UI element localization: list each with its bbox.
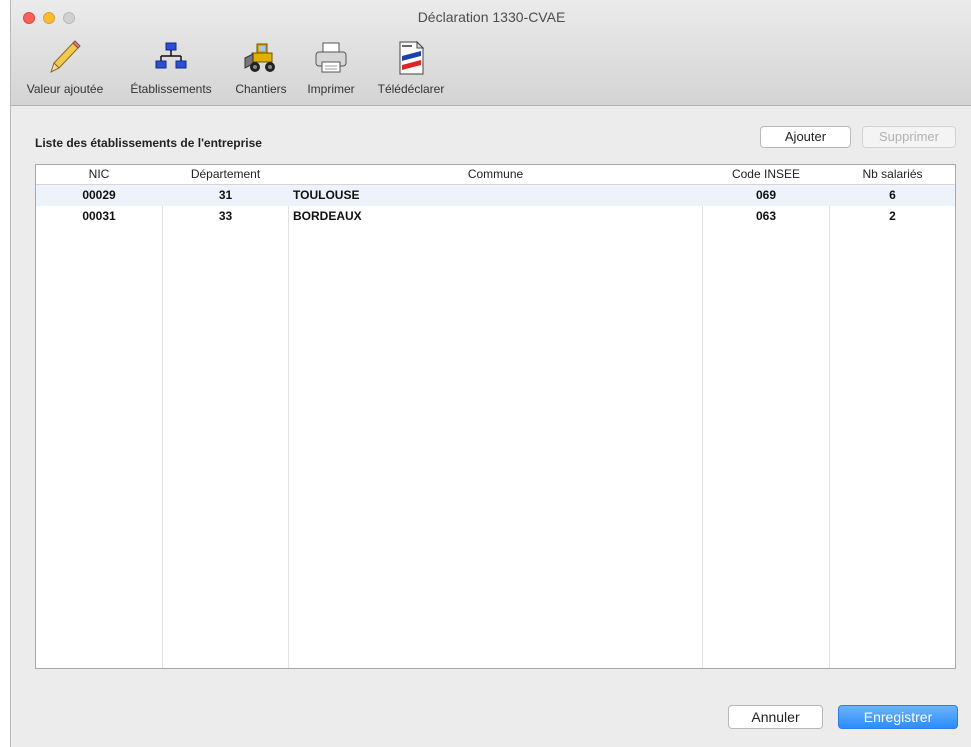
column-divider <box>702 165 703 668</box>
toolbar-teledeclarer[interactable]: Télédéclarer <box>368 40 454 100</box>
toolbar-chantiers-label: Chantiers <box>235 82 287 96</box>
org-chart-icon <box>155 42 187 69</box>
toolbar-imprimer-label: Imprimer <box>307 82 355 96</box>
add-button[interactable]: Ajouter <box>760 126 851 148</box>
pencil-icon <box>50 40 81 73</box>
toolbar-imprimer[interactable]: Imprimer <box>296 40 366 100</box>
toolbar-teledeclarer-label: Télédéclarer <box>377 82 445 96</box>
cell-departement: 33 <box>218 209 233 223</box>
tax-form-icon <box>399 40 425 75</box>
window-title: Déclaration 1330-CVAE <box>417 9 566 25</box>
table-row[interactable]: 00029 31 TOULOUSE 069 6 <box>36 185 955 206</box>
establishments-table: NIC Département Commune Code INSEE Nb sa… <box>35 164 956 669</box>
printer-icon <box>315 42 347 73</box>
cell-code-insee: 063 <box>755 209 777 223</box>
column-header-nic[interactable]: NIC <box>36 165 162 184</box>
cell-commune: TOULOUSE <box>293 188 360 202</box>
cell-nb-salaries: 6 <box>889 188 896 202</box>
column-header-code-insee[interactable]: Code INSEE <box>703 165 829 184</box>
cancel-button[interactable]: Annuler <box>728 705 823 729</box>
save-button[interactable]: Enregistrer <box>838 705 958 729</box>
cell-nb-salaries: 2 <box>889 209 896 223</box>
cell-nic: 00029 <box>82 188 116 202</box>
column-divider <box>288 165 289 668</box>
column-header-departement[interactable]: Département <box>163 165 288 184</box>
toolbar-etablissements-label: Établissements <box>130 82 212 96</box>
table-row[interactable]: 00031 33 BORDEAUX 063 2 <box>36 206 955 227</box>
cell-departement: 31 <box>218 188 233 202</box>
cell-code-insee: 069 <box>755 188 777 202</box>
cell-nic: 00031 <box>82 209 116 223</box>
excavator-icon <box>244 43 275 72</box>
column-divider <box>829 165 830 668</box>
delete-button[interactable]: Supprimer <box>862 126 956 148</box>
column-divider <box>162 165 163 668</box>
toolbar-valeur-ajoutee-label: Valeur ajoutée <box>26 82 104 96</box>
app-window: Déclaration 1330-CVAE Valeur ajoutée Éta… <box>10 0 971 747</box>
toolbar-etablissements[interactable]: Établissements <box>119 40 223 100</box>
table-header: NIC Département Commune Code INSEE Nb sa… <box>36 165 955 185</box>
section-title: Liste des établissements de l'entreprise <box>35 136 262 150</box>
column-header-commune[interactable]: Commune <box>289 165 702 184</box>
toolbar-valeur-ajoutee[interactable]: Valeur ajoutée <box>15 40 115 100</box>
cell-commune: BORDEAUX <box>293 209 362 223</box>
column-header-nb-salaries[interactable]: Nb salariés <box>830 165 955 184</box>
title-bar: Déclaration 1330-CVAE Valeur ajoutée Éta… <box>11 0 971 106</box>
toolbar-chantiers[interactable]: Chantiers <box>228 40 294 100</box>
